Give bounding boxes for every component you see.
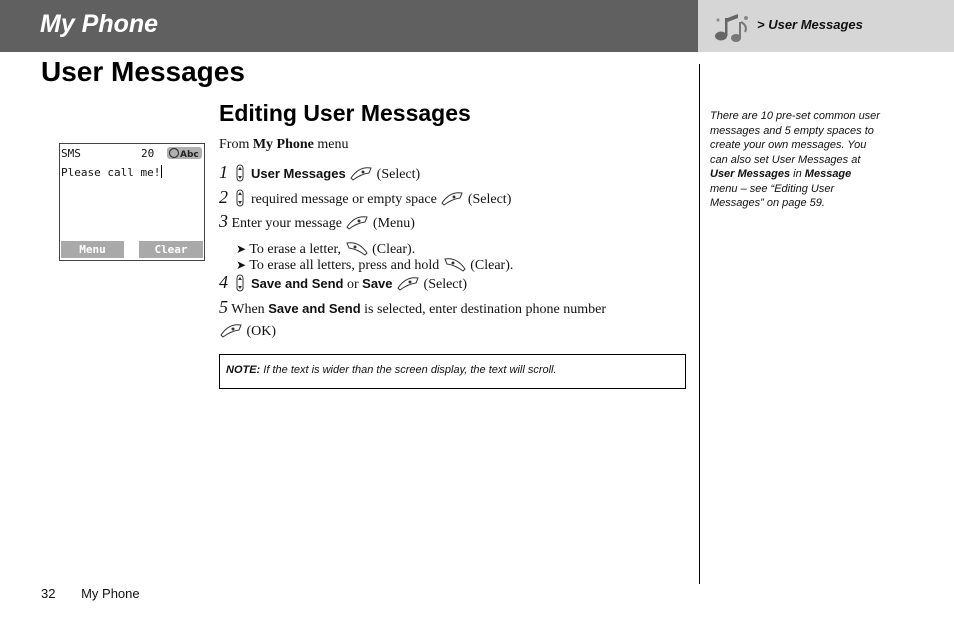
bullet-2-text: To erase all letters, press and hold: [249, 258, 440, 273]
column-divider: [699, 64, 700, 584]
note-text: If the text is wider than the screen dis…: [263, 364, 557, 376]
intro-line: From My Phone menu: [219, 137, 349, 153]
step-number: 3: [219, 211, 228, 231]
step-4-option-a: Save and Send: [251, 276, 344, 291]
step-4-option-b: Save: [362, 276, 393, 291]
step-number: 5: [219, 297, 228, 317]
page-footer: 32 My Phone: [41, 586, 140, 601]
header-bar: My Phone: [0, 0, 698, 52]
intro-prefix: From: [219, 137, 250, 152]
softkey-left-icon: [397, 277, 419, 291]
section-title: My Phone: [40, 10, 159, 38]
footer-section: My Phone: [81, 586, 140, 601]
sidebar-bold-1: User Messages: [710, 168, 791, 180]
step-number: 1: [219, 162, 228, 182]
softkey-left-icon: [346, 216, 369, 230]
text-cursor: [161, 165, 163, 178]
nav-key-icon: [236, 274, 243, 292]
step-5: 5 When Save and Send is selected, enter …: [219, 297, 606, 318]
arrow-bullet-icon: ➤: [236, 242, 247, 256]
step-5-text: is selected, enter destination phone num…: [364, 302, 606, 317]
step-3-text: Enter your message: [231, 216, 342, 231]
subsection-title: Editing User Messages: [219, 100, 471, 126]
softkey-left-icon: [220, 324, 242, 338]
step-number: 4: [219, 272, 228, 292]
step-1: 1 User Messages (Select): [219, 162, 420, 183]
step-number: 2: [219, 187, 228, 207]
step-5-option: Save and Send: [268, 301, 361, 316]
breadcrumb: > User Messages: [757, 17, 863, 32]
softkey-menu: Menu: [61, 241, 124, 258]
input-mode-icon: Abc: [167, 147, 202, 160]
softkey-left-icon: [441, 192, 464, 206]
nav-key-icon: [236, 164, 243, 182]
step-4-or: or: [346, 277, 359, 292]
step-4-action: (Select): [423, 277, 468, 292]
page-number: 32: [41, 586, 56, 601]
arrow-bullet-icon: ➤: [236, 258, 247, 272]
char-count: 20: [141, 147, 155, 160]
message-text-line: Please call me!: [61, 165, 163, 179]
music-notes-icon: [715, 14, 748, 42]
step-1-menu: User Messages: [251, 166, 346, 181]
page-title: User Messages: [41, 56, 245, 87]
softkey-clear: Clear: [139, 241, 203, 258]
bullet-2-action: (Clear).: [470, 258, 514, 273]
note-label: NOTE:: [226, 364, 261, 376]
sidebar-bold-2: Message: [804, 168, 852, 180]
step-1-action: (Select): [376, 167, 421, 182]
step-3-action: (Menu): [372, 216, 415, 231]
intro-menu-name: My Phone: [252, 137, 314, 152]
step-3: 3 Enter your message (Menu): [219, 211, 415, 232]
sidebar-in: in: [793, 168, 802, 180]
step-5-continued: (OK): [219, 321, 276, 340]
step-4: 4 Save and Send or Save (Select): [219, 272, 467, 293]
softkey-right-icon: [444, 258, 466, 272]
mode-indicator-text: Abc: [180, 150, 199, 160]
step-5-action: (OK): [246, 324, 277, 339]
phone-screen-illustration: SMS 20 Abc Please call me! Menu Clear: [59, 143, 205, 261]
step-5-prefix: When: [231, 302, 265, 317]
step-2-text: required message or empty space: [251, 192, 437, 207]
sidebar-note: There are 10 pre-set common user message…: [710, 109, 880, 211]
note-box: NOTE: If the text is wider than the scre…: [219, 354, 686, 389]
step-2-action: (Select): [467, 192, 512, 207]
step-2: 2 required message or empty space (Selec…: [219, 187, 511, 208]
intro-suffix: menu: [317, 137, 349, 152]
nav-key-icon: [236, 189, 243, 207]
softkey-left-icon: [350, 167, 372, 181]
message-text: Please call me!: [61, 166, 161, 179]
sidebar-text-1: There are 10 pre-set common user message…: [710, 110, 880, 166]
sms-status: SMS: [61, 147, 81, 160]
sidebar-text-2: menu – see “Editing User Messages” on pa…: [710, 182, 835, 210]
